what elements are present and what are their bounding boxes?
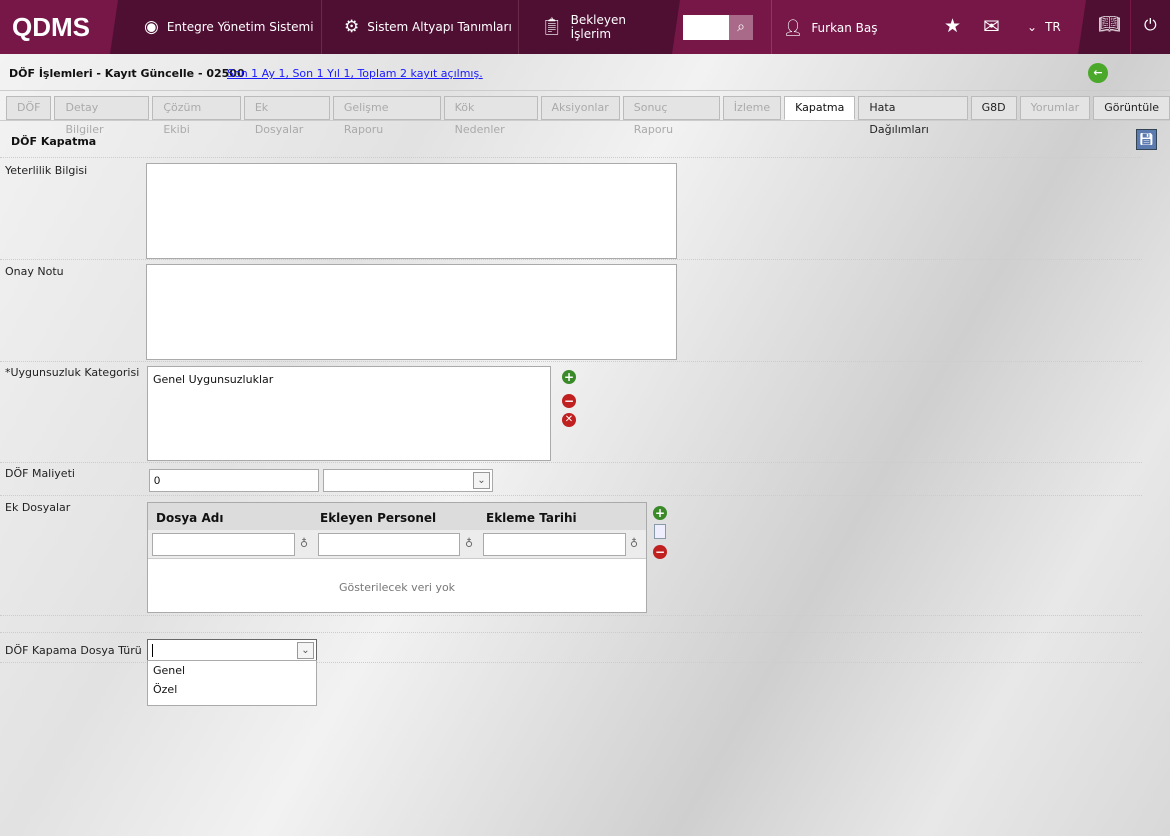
tab-sonuc[interactable]: Sonuç Raporu [622, 96, 720, 136]
nav-bekleyen[interactable]: 📋︎ Bekleyen İşlerim [519, 0, 669, 54]
dosya-turu-dropdown: Genel Özel [147, 660, 317, 706]
tab-detay[interactable]: Detay Bilgiler [54, 96, 150, 136]
tab-aksiyonlar[interactable]: Aksiyonlar [540, 96, 620, 120]
user-icon: 👤︎ [783, 18, 804, 37]
tab-kapatma[interactable]: Kapatma [784, 96, 856, 120]
tab-goruntule[interactable]: Görüntüle [1093, 96, 1170, 120]
tab-dof[interactable]: DÖF [6, 96, 52, 120]
back-icon[interactable]: ← [1088, 63, 1108, 83]
nav-entegre[interactable]: ◉ Entegre Yönetim Sistemi [120, 0, 322, 54]
chevron-down-icon: ⌄ [1027, 20, 1038, 34]
language-select[interactable]: ⌄ TR [1027, 20, 1061, 34]
tab-yorumlar[interactable]: Yorumlar [1019, 96, 1091, 120]
subheader: DÖF İşlemleri - Kayıt Güncelle - 02500 S… [0, 55, 1170, 91]
divider [0, 496, 1142, 616]
power-icon: ⏻ [1144, 15, 1157, 34]
divider [0, 362, 1142, 463]
tab-kok[interactable]: Kök Nedenler [443, 96, 538, 136]
tab-izleme[interactable]: İzleme [722, 96, 782, 120]
tab-cozum[interactable]: Çözüm Ekibi [152, 96, 241, 136]
divider [771, 0, 772, 54]
star-icon[interactable]: ★ [944, 15, 961, 37]
kapatma-panel: DÖF Kapatma 💾︎ Yeterlilik Bilgisi Onay N… [0, 120, 1170, 836]
book-icon: 📖︎ [1098, 14, 1121, 35]
search-input[interactable] [683, 15, 729, 40]
divider [0, 616, 1142, 633]
q-icon: ◉ [144, 17, 159, 37]
mail-icon[interactable]: ✉ [983, 14, 1000, 38]
search-box: ⌕ [683, 15, 753, 40]
tab-g8d[interactable]: G8D [970, 96, 1017, 120]
divider [0, 463, 1142, 496]
tab-hata[interactable]: Hata Dağılımları [858, 96, 968, 136]
clipboard-icon: 📋︎ [541, 17, 563, 37]
search-icon[interactable]: ⌕ [729, 15, 753, 40]
page-title: DÖF İşlemleri - Kayıt Güncelle - 02500 [9, 67, 245, 80]
qdms-logo[interactable]: QDMS [0, 0, 115, 54]
divider [0, 260, 1142, 362]
user-menu[interactable]: 👤︎ Furkan Baş [783, 18, 877, 37]
option-ozel[interactable]: Özel [148, 680, 316, 699]
tab-gelisme[interactable]: Gelişme Raporu [332, 96, 441, 136]
nav-sistem[interactable]: ⚙ Sistem Altyapı Tanımları [322, 0, 519, 54]
logout-button[interactable]: ⏻ [1131, 0, 1170, 54]
help-button[interactable]: 📖︎ [1078, 0, 1130, 54]
divider [0, 633, 1142, 663]
divider [0, 121, 1142, 158]
option-genel[interactable]: Genel [148, 661, 316, 680]
stats-link[interactable]: Son 1 Ay 1, Son 1 Yıl 1, Toplam 2 kayıt … [227, 67, 483, 80]
gear-icon: ⚙ [344, 17, 360, 37]
top-header: QDMS ◉ Entegre Yönetim Sistemi ⚙ Sistem Al… [0, 0, 1170, 54]
tab-ek-dosyalar[interactable]: Ek Dosyalar [243, 96, 330, 136]
tab-bar: DÖF Detay Bilgiler Çözüm Ekibi Ek Dosyal… [6, 96, 1170, 136]
divider [0, 158, 1142, 260]
